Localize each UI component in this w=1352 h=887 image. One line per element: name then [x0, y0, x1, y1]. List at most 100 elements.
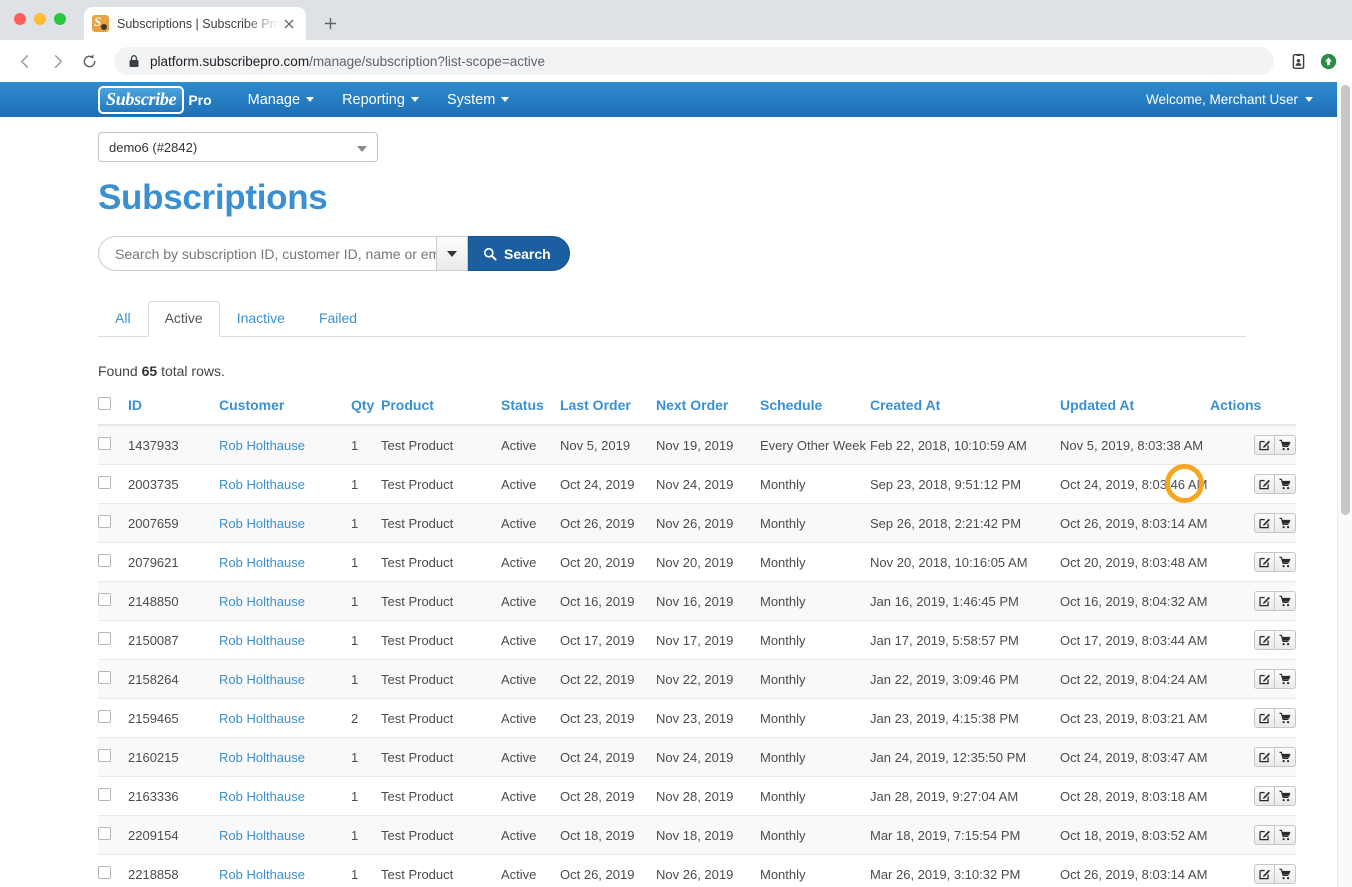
- edit-subscription-button[interactable]: [1254, 435, 1275, 455]
- nav-item-system[interactable]: System: [433, 82, 523, 117]
- table-row[interactable]: 2158264 Rob Holthause 1 Test Product Active O…: [98, 659, 1296, 699]
- column-header-last-order[interactable]: Last Order: [560, 397, 656, 426]
- create-order-button[interactable]: [1275, 708, 1296, 728]
- row-checkbox[interactable]: [98, 827, 111, 840]
- create-order-button[interactable]: [1275, 747, 1296, 767]
- create-order-button[interactable]: [1275, 474, 1296, 494]
- edit-subscription-button[interactable]: [1254, 552, 1275, 572]
- column-header-product[interactable]: Product: [381, 397, 501, 426]
- create-order-button[interactable]: [1275, 630, 1296, 650]
- column-header-created-at[interactable]: Created At: [870, 397, 1060, 426]
- edit-subscription-button[interactable]: [1254, 630, 1275, 650]
- minimize-window-button[interactable]: [34, 13, 46, 25]
- close-window-button[interactable]: [14, 13, 26, 25]
- table-row[interactable]: 2159465 Rob Holthause 2 Test Product Active O…: [98, 698, 1296, 738]
- row-checkbox[interactable]: [98, 749, 111, 762]
- account-selector[interactable]: demo6 (#2842): [98, 132, 378, 162]
- create-order-button[interactable]: [1275, 786, 1296, 806]
- cell-customer[interactable]: Rob Holthause: [219, 464, 351, 504]
- search-scope-dropdown[interactable]: [436, 236, 468, 271]
- table-row[interactable]: 2079621 Rob Holthause 1 Test Product Active O…: [98, 542, 1296, 582]
- address-bar[interactable]: platform.subscribepro.com/manage/subscri…: [114, 47, 1274, 75]
- edit-subscription-button[interactable]: [1254, 786, 1275, 806]
- column-header-schedule[interactable]: Schedule: [760, 397, 870, 426]
- edit-subscription-button[interactable]: [1254, 474, 1275, 494]
- forward-arrow-icon[interactable]: [42, 46, 72, 76]
- customer-link[interactable]: Rob Holthause: [219, 477, 305, 492]
- edit-subscription-button[interactable]: [1254, 864, 1275, 884]
- close-icon[interactable]: [280, 15, 298, 33]
- cell-customer[interactable]: Rob Holthause: [219, 659, 351, 699]
- column-header-customer[interactable]: Customer: [219, 397, 351, 426]
- reload-icon[interactable]: [74, 46, 104, 76]
- column-header-qty[interactable]: Qty: [351, 397, 381, 426]
- page-scrollbar[interactable]: [1337, 82, 1352, 887]
- tab-active[interactable]: Active: [147, 301, 220, 337]
- row-checkbox[interactable]: [98, 710, 111, 723]
- create-order-button[interactable]: [1275, 435, 1296, 455]
- row-checkbox[interactable]: [98, 632, 111, 645]
- table-row[interactable]: 2163336 Rob Holthause 1 Test Product Active O…: [98, 776, 1296, 816]
- page-scrollbar-thumb[interactable]: [1341, 85, 1350, 515]
- search-input[interactable]: Search by subscription ID, customer ID, …: [98, 236, 436, 271]
- column-header-next-order[interactable]: Next Order: [656, 397, 760, 426]
- edit-subscription-button[interactable]: [1254, 513, 1275, 533]
- table-row[interactable]: 2148850 Rob Holthause 1 Test Product Active O…: [98, 581, 1296, 621]
- cell-customer[interactable]: Rob Holthause: [219, 542, 351, 582]
- create-order-button[interactable]: [1275, 825, 1296, 845]
- edit-subscription-button[interactable]: [1254, 747, 1275, 767]
- cell-customer[interactable]: Rob Holthause: [219, 815, 351, 855]
- row-checkbox[interactable]: [98, 515, 111, 528]
- customer-link[interactable]: Rob Holthause: [219, 555, 305, 570]
- customer-link[interactable]: Rob Holthause: [219, 828, 305, 843]
- cell-customer[interactable]: Rob Holthause: [219, 854, 351, 887]
- table-row[interactable]: 2160215 Rob Holthause 1 Test Product Active O…: [98, 737, 1296, 777]
- green-upload-icon[interactable]: [1314, 47, 1342, 75]
- cell-customer[interactable]: Rob Holthause: [219, 698, 351, 738]
- table-row[interactable]: 1437933 Rob Holthause 1 Test Product Active N…: [98, 425, 1296, 465]
- edit-subscription-button[interactable]: [1254, 825, 1275, 845]
- cell-customer[interactable]: Rob Holthause: [219, 776, 351, 816]
- create-order-button[interactable]: [1275, 513, 1296, 533]
- row-checkbox[interactable]: [98, 476, 111, 489]
- row-checkbox[interactable]: [98, 866, 111, 879]
- cell-customer[interactable]: Rob Holthause: [219, 581, 351, 621]
- customer-link[interactable]: Rob Holthause: [219, 672, 305, 687]
- customer-link[interactable]: Rob Holthause: [219, 789, 305, 804]
- column-header-updated-at[interactable]: Updated At: [1060, 397, 1210, 426]
- customer-link[interactable]: Rob Holthause: [219, 438, 305, 453]
- row-checkbox[interactable]: [98, 554, 111, 567]
- browser-tab[interactable]: Subscriptions | Subscribe Pro |: [84, 7, 306, 40]
- contact-card-icon[interactable]: [1284, 47, 1312, 75]
- row-checkbox[interactable]: [98, 437, 111, 450]
- table-row[interactable]: 2003735 Rob Holthause 1 Test Product Active O…: [98, 464, 1296, 504]
- plus-icon[interactable]: [316, 9, 344, 37]
- table-row[interactable]: 2150087 Rob Holthause 1 Test Product Active O…: [98, 620, 1296, 660]
- table-row[interactable]: 2218858 Rob Holthause 1 Test Product Active O…: [98, 854, 1296, 887]
- search-button[interactable]: Search: [468, 236, 570, 271]
- customer-link[interactable]: Rob Holthause: [219, 594, 305, 609]
- subscribe-pro-logo[interactable]: Subscribe: [98, 85, 185, 114]
- customer-link[interactable]: Rob Holthause: [219, 750, 305, 765]
- tab-all[interactable]: All: [98, 301, 148, 337]
- table-row[interactable]: 2007659 Rob Holthause 1 Test Product Active O…: [98, 503, 1296, 543]
- row-checkbox[interactable]: [98, 593, 111, 606]
- row-checkbox[interactable]: [98, 671, 111, 684]
- edit-subscription-button[interactable]: [1254, 591, 1275, 611]
- column-header-status[interactable]: Status: [501, 397, 560, 426]
- nav-item-reporting[interactable]: Reporting: [328, 82, 433, 117]
- table-row[interactable]: 2209154 Rob Holthause 1 Test Product Active O…: [98, 815, 1296, 855]
- customer-link[interactable]: Rob Holthause: [219, 711, 305, 726]
- nav-item-manage[interactable]: Manage: [234, 82, 328, 117]
- cell-customer[interactable]: Rob Holthause: [219, 503, 351, 543]
- user-menu[interactable]: Welcome, Merchant User: [1146, 82, 1313, 117]
- cell-customer[interactable]: Rob Holthause: [219, 425, 351, 465]
- back-arrow-icon[interactable]: [10, 46, 40, 76]
- column-header-id[interactable]: ID: [128, 397, 219, 426]
- customer-link[interactable]: Rob Holthause: [219, 516, 305, 531]
- select-all-checkbox[interactable]: [98, 397, 111, 410]
- customer-link[interactable]: Rob Holthause: [219, 633, 305, 648]
- tab-failed[interactable]: Failed: [302, 301, 374, 337]
- create-order-button[interactable]: [1275, 591, 1296, 611]
- create-order-button[interactable]: [1275, 669, 1296, 689]
